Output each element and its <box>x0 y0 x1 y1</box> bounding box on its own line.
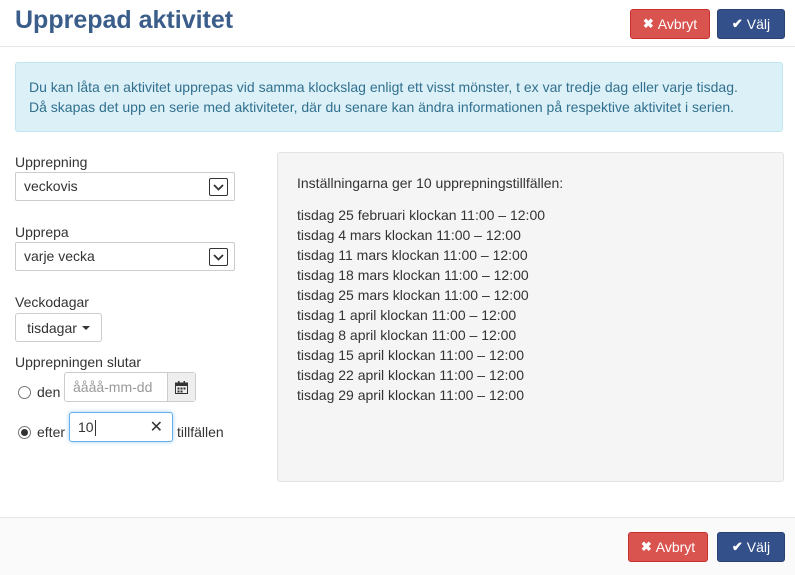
repeat-label: Upprepa <box>15 224 69 240</box>
calendar-icon[interactable] <box>167 373 195 401</box>
dialog-footer: ✖ Avbryt ✔ Välj <box>0 517 795 575</box>
cancel-button-label: Avbryt <box>657 16 698 32</box>
ends-after-label: efter <box>37 424 66 440</box>
repeat-select-value: varje vecka <box>24 248 95 264</box>
ends-on-radio[interactable] <box>18 386 31 399</box>
end-date-placeholder: åååå-mm-dd <box>73 379 153 395</box>
choose-button-top[interactable]: ✔ Välj <box>717 9 785 39</box>
list-item: tisdag 25 februari klockan 11:00 – 12:00 <box>297 207 546 223</box>
times-icon: ✖ <box>642 16 654 31</box>
cancel-button-bottom[interactable]: ✖ Avbryt <box>628 532 708 562</box>
times-icon: ✖ <box>640 539 652 554</box>
occurrences-input[interactable]: 10 ✕ <box>69 412 173 442</box>
occurrences-unit-label: tillfällen <box>177 424 224 440</box>
choose-button-label: Välj <box>746 539 771 555</box>
repetition-select[interactable]: veckovis <box>15 172 235 201</box>
caret-down-icon <box>81 325 90 330</box>
list-item: tisdag 11 mars klockan 11:00 – 12:00 <box>297 247 528 263</box>
occurrences-input-value: 10 <box>78 419 94 435</box>
repetition-label: Upprepning <box>15 154 88 170</box>
occurrences-list: tisdag 25 februari klockan 11:00 – 12:00… <box>297 205 545 405</box>
dialog-header: Upprepad aktivitet ✖ Avbryt ✔ Välj <box>0 0 795 47</box>
info-line-1: Du kan låta en aktivitet upprepas vid sa… <box>29 79 738 95</box>
list-item: tisdag 8 april klockan 11:00 – 12:00 <box>297 327 517 343</box>
occurrences-panel: Inställningarna ger 10 upprepningstillfä… <box>277 152 784 482</box>
cancel-button-top[interactable]: ✖ Avbryt <box>630 9 710 39</box>
list-item: tisdag 4 mars klockan 11:00 – 12:00 <box>297 227 521 243</box>
weekdays-label: Veckodagar <box>15 294 89 310</box>
info-alert: Du kan låta en aktivitet upprepas vid sa… <box>15 62 783 132</box>
choose-button-bottom[interactable]: ✔ Välj <box>717 532 785 562</box>
occurrences-summary: Inställningarna ger 10 upprepningstillfä… <box>297 175 564 191</box>
check-icon: ✔ <box>731 16 743 31</box>
check-icon: ✔ <box>731 539 743 554</box>
ends-on-label: den <box>37 384 61 400</box>
chevron-down-icon <box>209 178 228 196</box>
end-date-input[interactable]: åååå-mm-dd <box>64 372 196 402</box>
weekdays-dropdown-label: tisdagar <box>27 319 77 336</box>
repeat-select[interactable]: varje vecka <box>15 242 235 271</box>
choose-button-label: Välj <box>746 16 771 32</box>
list-item: tisdag 18 mars klockan 11:00 – 12:00 <box>297 267 529 283</box>
info-line-2: Då skapas det upp en serie med aktivitet… <box>29 99 735 115</box>
list-item: tisdag 1 april klockan 11:00 – 12:00 <box>297 307 517 323</box>
chevron-down-icon <box>209 248 228 266</box>
weekdays-dropdown-button[interactable]: tisdagar <box>15 313 102 342</box>
cancel-button-label: Avbryt <box>655 539 696 555</box>
list-item: tisdag 22 april klockan 11:00 – 12:00 <box>297 367 525 383</box>
dialog-title: Upprepad aktivitet <box>15 6 234 34</box>
list-item: tisdag 25 mars klockan 11:00 – 12:00 <box>297 287 529 303</box>
ends-after-radio[interactable] <box>18 426 31 439</box>
list-item: tisdag 29 april klockan 11:00 – 12:00 <box>297 387 525 403</box>
text-cursor <box>95 420 96 436</box>
ends-label: Upprepningen slutar <box>15 354 142 370</box>
clear-icon[interactable]: ✕ <box>150 417 163 437</box>
repetition-select-value: veckovis <box>24 178 78 194</box>
list-item: tisdag 15 april klockan 11:00 – 12:00 <box>297 347 525 363</box>
